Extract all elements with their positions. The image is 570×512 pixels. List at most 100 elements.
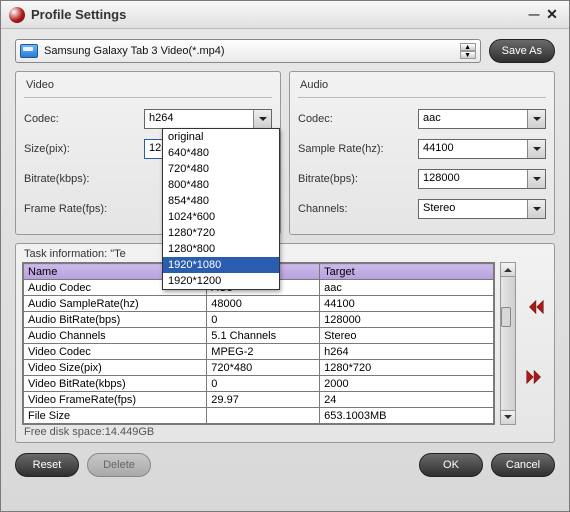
- audio-panel: Audio Codec: aac Sample Rate(hz): 44100 …: [289, 71, 555, 235]
- cell-source: 0: [207, 376, 320, 392]
- cell-target: Stereo: [320, 328, 494, 344]
- cell-name: Audio SampleRate(hz): [24, 296, 207, 312]
- table-row[interactable]: Video FrameRate(fps)29.9724: [24, 392, 494, 408]
- chevron-down-icon[interactable]: [527, 170, 545, 188]
- chevron-down-icon[interactable]: [253, 110, 271, 128]
- video-bitrate-label: Bitrate(kbps):: [24, 173, 144, 185]
- next-task-button[interactable]: [524, 366, 546, 391]
- panels: Video Codec: h264 Size(pix): 1280*720 Bi…: [1, 71, 569, 235]
- chevron-down-icon[interactable]: [527, 110, 545, 128]
- table-row[interactable]: Audio Channels5.1 ChannelsStereo: [24, 328, 494, 344]
- size-option[interactable]: 854*480: [163, 193, 279, 209]
- video-framerate-label: Frame Rate(fps):: [24, 203, 144, 215]
- mp4-icon: [20, 44, 38, 58]
- audio-sample-label: Sample Rate(hz):: [298, 143, 418, 155]
- task-nav-column: [522, 262, 548, 425]
- profile-settings-window: Profile Settings — ✕ Samsung Galaxy Tab …: [0, 0, 570, 512]
- video-codec-value: h264: [145, 110, 253, 128]
- window-title: Profile Settings: [31, 7, 525, 22]
- cell-name: Audio BitRate(bps): [24, 312, 207, 328]
- profile-text: Samsung Galaxy Tab 3 Video(*.mp4): [44, 45, 460, 57]
- video-panel: Video Codec: h264 Size(pix): 1280*720 Bi…: [15, 71, 281, 235]
- cell-source: [207, 408, 320, 424]
- size-option[interactable]: 640*480: [163, 145, 279, 161]
- cell-target: 128000: [320, 312, 494, 328]
- size-option[interactable]: 1920*1200: [163, 273, 279, 289]
- minimize-button[interactable]: —: [525, 6, 543, 24]
- close-button[interactable]: ✕: [543, 6, 561, 24]
- cell-name: Video FrameRate(fps): [24, 392, 207, 408]
- size-option[interactable]: 720*480: [163, 161, 279, 177]
- delete-button: Delete: [87, 453, 151, 477]
- size-option[interactable]: 800*480: [163, 177, 279, 193]
- task-information-area: Task information: "Te Name Target Audio …: [15, 243, 555, 443]
- cell-target: 24: [320, 392, 494, 408]
- audio-codec-combo[interactable]: aac: [418, 109, 546, 129]
- cell-target: h264: [320, 344, 494, 360]
- scroll-thumb[interactable]: [501, 307, 511, 327]
- cell-source: MPEG-2: [207, 344, 320, 360]
- size-option[interactable]: 1280*720: [163, 225, 279, 241]
- title-bar: Profile Settings — ✕: [1, 1, 569, 29]
- profile-select[interactable]: Samsung Galaxy Tab 3 Video(*.mp4) ▲▼: [15, 39, 481, 63]
- free-disk-space: Free disk space:14.449GB: [22, 425, 548, 438]
- size-option[interactable]: 1280*800: [163, 241, 279, 257]
- cell-source: 29.97: [207, 392, 320, 408]
- audio-sample-combo[interactable]: 44100: [418, 139, 546, 159]
- size-option[interactable]: 1024*600: [163, 209, 279, 225]
- app-icon: [9, 7, 25, 23]
- audio-bitrate-label: Bitrate(bps):: [298, 173, 418, 185]
- task-caption: Task information: "Te: [22, 248, 548, 262]
- table-row[interactable]: Audio BitRate(bps)0128000: [24, 312, 494, 328]
- cell-target: aac: [320, 280, 494, 296]
- col-target[interactable]: Target: [320, 264, 494, 280]
- cell-target: 2000: [320, 376, 494, 392]
- audio-channels-combo[interactable]: Stereo: [418, 199, 546, 219]
- profile-spin[interactable]: ▲▼: [460, 43, 476, 59]
- audio-bitrate-value: 128000: [419, 170, 527, 188]
- chevron-down-icon[interactable]: [527, 140, 545, 158]
- table-row[interactable]: Video CodecMPEG-2h264: [24, 344, 494, 360]
- cancel-button[interactable]: Cancel: [491, 453, 555, 477]
- top-row: Samsung Galaxy Tab 3 Video(*.mp4) ▲▼ Sav…: [1, 29, 569, 71]
- cell-name: File Size: [24, 408, 207, 424]
- size-option[interactable]: original: [163, 129, 279, 145]
- cell-name: Video BitRate(kbps): [24, 376, 207, 392]
- audio-channels-label: Channels:: [298, 203, 418, 215]
- audio-panel-title: Audio: [298, 78, 546, 98]
- prev-task-button[interactable]: [524, 296, 546, 321]
- video-size-dropdown[interactable]: original640*480720*480800*480854*4801024…: [162, 128, 280, 290]
- reset-button[interactable]: Reset: [15, 453, 79, 477]
- table-row[interactable]: File Size 653.1003MB: [24, 408, 494, 424]
- video-size-label: Size(pix):: [24, 143, 144, 155]
- audio-channels-value: Stereo: [419, 200, 527, 218]
- audio-codec-value: aac: [419, 110, 527, 128]
- footer: Reset Delete OK Cancel: [1, 443, 569, 487]
- cell-source: 0: [207, 312, 320, 328]
- cell-name: Video Codec: [24, 344, 207, 360]
- cell-source: 48000: [207, 296, 320, 312]
- cell-source: 5.1 Channels: [207, 328, 320, 344]
- cell-target: 1280*720: [320, 360, 494, 376]
- table-row[interactable]: Audio SampleRate(hz)4800044100: [24, 296, 494, 312]
- cell-name: Video Size(pix): [24, 360, 207, 376]
- cell-target: 44100: [320, 296, 494, 312]
- table-row[interactable]: Video Size(pix)720*4801280*720: [24, 360, 494, 376]
- chevron-down-icon[interactable]: [527, 200, 545, 218]
- cell-target: 653.1003MB: [320, 408, 494, 424]
- video-panel-title: Video: [24, 78, 272, 98]
- save-as-button[interactable]: Save As: [489, 39, 555, 63]
- video-codec-combo[interactable]: h264: [144, 109, 272, 129]
- scroll-up-icon[interactable]: [501, 263, 515, 277]
- audio-sample-value: 44100: [419, 140, 527, 158]
- cell-source: 720*480: [207, 360, 320, 376]
- audio-bitrate-combo[interactable]: 128000: [418, 169, 546, 189]
- scroll-down-icon[interactable]: [501, 410, 515, 424]
- video-codec-label: Codec:: [24, 113, 144, 125]
- size-option[interactable]: 1920*1080: [163, 257, 279, 273]
- cell-name: Audio Channels: [24, 328, 207, 344]
- vertical-scrollbar[interactable]: [500, 262, 516, 425]
- ok-button[interactable]: OK: [419, 453, 483, 477]
- audio-codec-label: Codec:: [298, 113, 418, 125]
- table-row[interactable]: Video BitRate(kbps)02000: [24, 376, 494, 392]
